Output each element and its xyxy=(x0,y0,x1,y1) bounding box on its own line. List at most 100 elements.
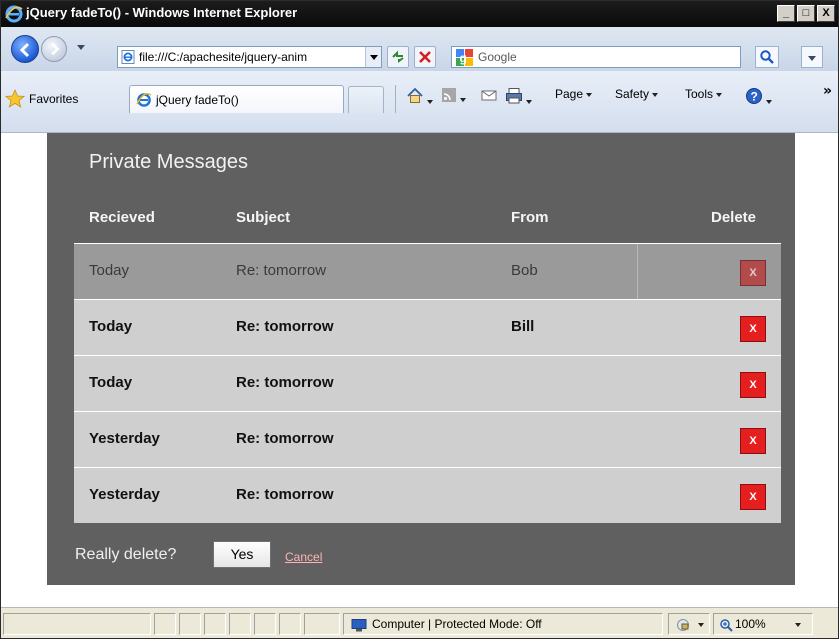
cell-from: Bill xyxy=(511,318,535,335)
status-pane xyxy=(204,613,226,635)
column-delete: Delete xyxy=(711,209,757,226)
cell-received: Yesterday xyxy=(89,430,160,447)
maximize-button[interactable]: □ xyxy=(797,5,815,22)
arrow-right-icon xyxy=(51,42,60,56)
forward-button[interactable] xyxy=(41,36,67,62)
window-title: jQuery fadeTo() - Windows Internet Explo… xyxy=(26,5,298,20)
safety-menu[interactable]: Safety xyxy=(615,87,659,109)
home-icon xyxy=(407,87,423,103)
rss-icon xyxy=(442,88,456,102)
arrow-left-icon xyxy=(19,42,30,58)
messages-panel: Private Messages Recieved Subject From D… xyxy=(47,133,795,585)
delete-button[interactable]: X xyxy=(740,316,766,342)
yes-button[interactable]: Yes xyxy=(213,541,271,568)
table-row: Today Re: tomorrow X xyxy=(74,355,781,411)
stop-x-icon xyxy=(419,51,431,63)
url-text[interactable]: file:///C:/apachesite/jquery-anim xyxy=(139,50,364,64)
globe-lock-icon xyxy=(677,619,689,631)
table-header: Recieved Subject From Delete xyxy=(47,209,795,231)
google-logo-icon: g xyxy=(456,49,473,66)
table-row: Yesterday Re: tomorrow X xyxy=(74,411,781,467)
favorites-label: Favorites xyxy=(29,92,79,106)
table-row: Today Re: tomorrow Bob X xyxy=(74,243,781,300)
cell-received: Yesterday xyxy=(89,486,160,503)
ie-logo-icon xyxy=(5,5,23,23)
ie-page-icon xyxy=(121,50,135,64)
feeds-button[interactable] xyxy=(441,87,466,109)
tools-menu-label: Tools xyxy=(685,87,714,101)
status-bar: Computer | Protected Mode: Off 100% xyxy=(1,607,838,638)
stop-button[interactable] xyxy=(414,46,436,68)
zoom-magnifier-icon xyxy=(720,619,733,632)
cell-received: Today xyxy=(89,374,133,391)
print-button[interactable] xyxy=(505,87,532,109)
page-content: Private Messages Recieved Subject From D… xyxy=(1,133,838,607)
help-button[interactable]: ? xyxy=(745,87,772,109)
delete-button[interactable]: X xyxy=(740,484,766,510)
command-bar: Favorites jQuery fadeTo() Page Safety To… xyxy=(1,71,838,133)
cell-subject: Re: tomorrow xyxy=(236,262,327,279)
computer-icon xyxy=(351,619,367,632)
tab-title: jQuery fadeTo() xyxy=(156,93,239,107)
read-mail-button[interactable] xyxy=(481,87,497,109)
column-received: Recieved xyxy=(89,209,155,226)
status-pane xyxy=(229,613,251,635)
close-window-button[interactable]: X xyxy=(817,5,835,22)
new-tab-button[interactable] xyxy=(348,86,384,113)
page-menu-label: Page xyxy=(555,87,584,101)
cell-subject: Re: tomorrow xyxy=(236,430,334,447)
help-icon: ? xyxy=(746,88,762,104)
page-menu[interactable]: Page xyxy=(555,87,593,109)
cell-subject: Re: tomorrow xyxy=(236,486,334,503)
security-zone-text: Computer | Protected Mode: Off xyxy=(372,617,542,631)
ie-tab-icon xyxy=(136,92,152,107)
zoom-dropdown[interactable] xyxy=(791,617,801,631)
back-button[interactable] xyxy=(11,35,39,63)
toolbar-separator xyxy=(395,85,396,113)
home-button[interactable] xyxy=(406,87,433,109)
printer-icon xyxy=(506,88,522,104)
refresh-button[interactable] xyxy=(387,46,409,68)
table-row: Yesterday Re: tomorrow X xyxy=(74,467,781,523)
address-bar[interactable]: file:///C:/apachesite/jquery-anim xyxy=(117,46,382,68)
minimize-button[interactable]: _ xyxy=(777,5,795,22)
cell-subject: Re: tomorrow xyxy=(236,374,334,391)
safety-menu-label: Safety xyxy=(615,87,650,101)
search-button[interactable] xyxy=(755,46,779,68)
search-box[interactable]: g Google xyxy=(451,46,741,68)
search-options-button[interactable] xyxy=(801,46,823,68)
recent-pages-dropdown[interactable] xyxy=(77,45,85,50)
cancel-link[interactable]: Cancel xyxy=(285,550,322,564)
panel-title: Private Messages xyxy=(89,151,248,173)
cell-from: Bob xyxy=(511,262,538,279)
status-message-pane xyxy=(3,613,151,635)
status-pane xyxy=(304,613,340,635)
status-pane xyxy=(254,613,276,635)
search-placeholder: Google xyxy=(478,50,517,64)
zoom-level: 100% xyxy=(735,617,766,631)
status-pane xyxy=(179,613,201,635)
favorites-star-icon xyxy=(5,89,25,108)
row-divider xyxy=(637,244,638,300)
delete-button[interactable]: X xyxy=(740,372,766,398)
confirm-question: Really delete? xyxy=(75,546,177,563)
svg-text:?: ? xyxy=(751,90,758,104)
refresh-icon xyxy=(392,50,404,63)
status-pane xyxy=(279,613,301,635)
more-tools-chevron-icon[interactable]: » xyxy=(823,83,832,99)
cell-received: Today xyxy=(89,318,133,335)
tools-menu[interactable]: Tools xyxy=(685,87,723,109)
browser-window: jQuery fadeTo() - Windows Internet Explo… xyxy=(0,0,839,639)
delete-button[interactable]: X xyxy=(740,428,766,454)
delete-button[interactable]: X xyxy=(740,260,766,286)
cell-subject: Re: tomorrow xyxy=(236,318,334,335)
title-bar[interactable]: jQuery fadeTo() - Windows Internet Explo… xyxy=(1,1,838,27)
column-from: From xyxy=(511,209,549,226)
address-dropdown-button[interactable] xyxy=(365,47,381,67)
mail-icon xyxy=(481,90,497,101)
magnifier-icon xyxy=(760,50,774,64)
status-pane xyxy=(154,613,176,635)
address-toolbar: file:///C:/apachesite/jquery-anim g Goog… xyxy=(1,27,838,71)
svg-text:g: g xyxy=(460,51,467,65)
browser-tab[interactable]: jQuery fadeTo() xyxy=(129,85,344,113)
